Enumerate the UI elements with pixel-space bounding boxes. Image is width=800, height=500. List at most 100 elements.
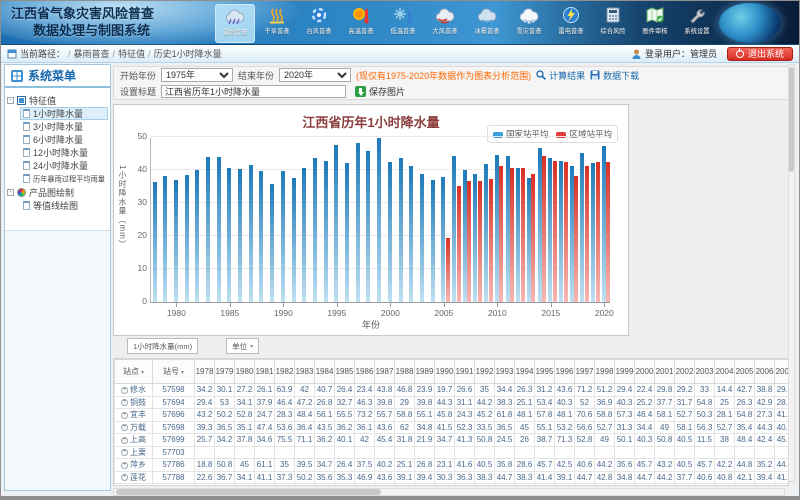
value-cell: 14.4 [715, 384, 735, 397]
station-header[interactable]: 站点▾ [115, 360, 153, 384]
value-cell [675, 446, 695, 459]
station-id-header[interactable]: 站号▾ [153, 360, 195, 384]
value-cell: 45.1 [775, 434, 790, 447]
expand-row-icon[interactable]: + [121, 399, 128, 406]
breadcrumb-item[interactable]: 暴雨普查 [74, 49, 110, 59]
chart-title-input[interactable] [161, 85, 346, 98]
station-cell[interactable]: +铜鼓 [115, 396, 153, 409]
data-table-wrap: 站点▾站号▾1978197919801981198219831984198519… [113, 358, 789, 486]
expand-row-icon[interactable]: + [121, 474, 128, 481]
station-cell[interactable]: +上栗 [115, 446, 153, 459]
bar-national-2015 [548, 158, 552, 302]
toolbar-item-label: 台风普查 [306, 27, 331, 36]
sidebar-item-3小时降水量[interactable]: 3小时降水量 [20, 120, 108, 133]
value-cell: 41.7 [555, 484, 575, 487]
toolbar-item-label: 低温普查 [390, 27, 415, 36]
collapse-icon[interactable]: - [7, 97, 14, 104]
bar-national-1994 [324, 161, 328, 302]
value-cell: 34.6 [255, 434, 275, 447]
value-cell: 40.3 [555, 396, 575, 409]
horizontal-scrollbar[interactable] [113, 488, 785, 496]
value-cell: 52 [575, 396, 595, 409]
toolbar-item-11[interactable]: 图件审核 [635, 4, 675, 43]
vertical-scrollbar[interactable] [788, 64, 795, 482]
snow-icon [517, 4, 541, 26]
sidebar-item-12小时降水量[interactable]: 12小时降水量 [20, 146, 108, 159]
station-cell[interactable]: +萍乡 [115, 459, 153, 472]
wind-icon [433, 4, 457, 26]
toolbar-item-9[interactable]: 雷电普查 [551, 4, 591, 43]
value-cell: 62 [395, 421, 415, 434]
x-tick-mark [176, 303, 177, 307]
page-icon [23, 201, 30, 210]
collapse-icon[interactable]: - [7, 189, 14, 196]
toolbar-item-12[interactable]: 系统设置 [677, 4, 717, 43]
expand-row-icon[interactable]: + [121, 449, 128, 456]
tree-group-label: 特征值 [29, 94, 56, 107]
value-cell: 53.4 [535, 396, 555, 409]
value-cell: 43.2 [195, 409, 215, 422]
expand-row-icon[interactable]: + [121, 462, 128, 469]
logout-button[interactable]: 退出系统 [727, 47, 793, 61]
toolbar-item-5[interactable]: 低温普查 [383, 4, 423, 43]
value-cell [715, 446, 735, 459]
filter-arrow-icon[interactable]: ▾ [141, 370, 144, 376]
station-id-cell: 57786 [153, 459, 195, 472]
toolbar-item-label: 干旱普查 [264, 27, 289, 36]
sidebar-item-1小时降水量[interactable]: 1小时降水量 [20, 107, 108, 120]
toolbar-item-3[interactable]: 台风普查 [299, 4, 339, 43]
station-cell[interactable]: +分宜 [115, 484, 153, 487]
toolbar-item-4[interactable]: 高温普查 [341, 4, 381, 43]
station-cell[interactable]: +宜丰 [115, 409, 153, 422]
tree-group-1[interactable]: - 特征值 [7, 93, 108, 107]
logout-label: 退出系统 [748, 47, 784, 60]
data-download-button[interactable]: 数据下载 [590, 69, 639, 82]
value-cell: 35.2 [235, 484, 255, 487]
value-cell: 40.3 [615, 396, 635, 409]
tree-group-2[interactable]: -产品图绘制 [7, 185, 108, 199]
vertical-scroll-thumb[interactable] [789, 67, 794, 172]
value-cell: 43.8 [375, 384, 395, 397]
toolbar-item-7[interactable]: 冰雹普查 [467, 4, 507, 43]
expand-row-icon[interactable]: + [121, 437, 128, 444]
end-year-select[interactable]: 2020年 [279, 68, 351, 82]
breadcrumb-item[interactable]: 历史1小时降水量 [154, 49, 222, 59]
expand-row-icon[interactable]: + [121, 412, 128, 419]
horizontal-scroll-thumb[interactable] [116, 489, 381, 495]
expand-row-icon[interactable]: + [121, 387, 128, 394]
save-image-button[interactable]: 保存图片 [355, 85, 405, 98]
year-header: 1982 [275, 360, 295, 384]
value-cell: 38.3 [475, 471, 495, 484]
value-cell: 71.3 [555, 434, 575, 447]
calc-result-button[interactable]: 计算结果 [536, 69, 585, 82]
toolbar-item-6[interactable]: 大风普查 [425, 4, 465, 43]
sidebar-item-历年暴雨过程平均雨量[interactable]: 历年暴雨过程平均雨量 [20, 172, 108, 185]
toolbar-item-2[interactable]: 干旱普查 [257, 4, 297, 43]
toolbar-item-8[interactable]: 雪灾普查 [509, 4, 549, 43]
sidebar-item-6小时降水量[interactable]: 6小时降水量 [20, 133, 108, 146]
value-cell: 27.2 [235, 384, 255, 397]
value-cell: 26.4 [335, 459, 355, 472]
start-year-select[interactable]: 1975年 [161, 68, 233, 82]
value-cell: 51.2 [595, 384, 615, 397]
toolbar-item-1[interactable]: 暴雨普查 [215, 4, 255, 43]
toolbar-item-label: 雪灾普查 [516, 27, 541, 36]
filter-arrow-icon[interactable]: ▾ [181, 370, 184, 376]
station-id-cell: 57703 [153, 446, 195, 459]
unit-selector[interactable]: 单位 ▾ [226, 338, 259, 354]
toolbar-item-10[interactable]: 综合风险 [593, 4, 633, 43]
station-cell[interactable]: +修水 [115, 384, 153, 397]
station-cell[interactable]: +莲花 [115, 471, 153, 484]
sidebar-item-等值线绘图[interactable]: 等值线绘图 [20, 199, 108, 212]
login-user: 登录用户：管理员 [632, 47, 717, 60]
value-cell: 45 [235, 459, 255, 472]
x-tick-mark [230, 303, 231, 307]
breadcrumb-item[interactable]: 特征值 [118, 49, 145, 59]
value-cell: 24.7 [255, 409, 275, 422]
measure-selector[interactable]: 1小时降水量(mm) [127, 338, 198, 354]
year-header: 1986 [355, 360, 375, 384]
station-cell[interactable]: +万载 [115, 421, 153, 434]
expand-row-icon[interactable]: + [121, 424, 128, 431]
sidebar-item-24小时降水量[interactable]: 24小时降水量 [20, 159, 108, 172]
station-cell[interactable]: +上高 [115, 434, 153, 447]
